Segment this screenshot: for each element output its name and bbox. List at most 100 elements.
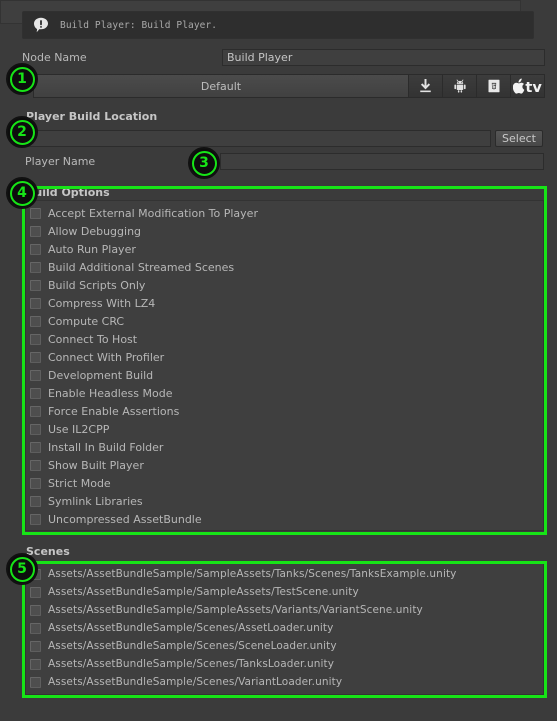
build-option-label: Install In Build Folder <box>48 440 164 454</box>
checkbox[interactable] <box>30 604 41 616</box>
scene-row[interactable]: Assets/AssetBundleSample/SampleAssets/Ta… <box>26 565 543 583</box>
checkbox[interactable] <box>30 495 41 507</box>
webgl-html5-icon[interactable] <box>477 75 511 97</box>
build-option-row[interactable]: Accept External Modification To Player <box>26 204 543 222</box>
build-option-row[interactable]: Allow Debugging <box>26 222 543 240</box>
scene-row[interactable]: Assets/AssetBundleSample/Scenes/SceneLoa… <box>26 637 543 655</box>
build-option-row[interactable]: Enable Headless Mode <box>26 384 543 402</box>
svg-text:tv: tv <box>525 80 542 94</box>
node-name-input[interactable]: Build Player <box>222 48 545 66</box>
checkbox[interactable] <box>30 315 41 327</box>
scene-label: Assets/AssetBundleSample/SampleAssets/Te… <box>48 586 359 598</box>
annotation-marker-5-label: 5 <box>9 556 35 582</box>
checkbox[interactable] <box>30 351 41 363</box>
checkbox[interactable] <box>30 243 41 255</box>
info-exclamation-icon <box>33 17 49 33</box>
scene-label: Assets/AssetBundleSample/SampleAssets/Ta… <box>48 568 457 580</box>
checkbox[interactable] <box>30 387 41 399</box>
checkbox[interactable] <box>30 261 41 273</box>
build-option-row[interactable]: Auto Run Player <box>26 240 543 258</box>
build-option-label: Auto Run Player <box>48 242 136 256</box>
build-option-label: Use IL2CPP <box>48 422 110 436</box>
build-option-row[interactable]: Strict Mode <box>26 474 543 492</box>
checkbox[interactable] <box>30 333 41 345</box>
annotation-marker-3-label: 3 <box>191 150 217 176</box>
build-option-label: Symlink Libraries <box>48 494 143 508</box>
build-option-label: Build Scripts Only <box>48 278 146 292</box>
checkbox[interactable] <box>30 207 41 219</box>
scene-row[interactable]: Assets/AssetBundleSample/Scenes/VariantL… <box>26 673 543 691</box>
scene-row[interactable]: Assets/AssetBundleSample/Scenes/TanksLoa… <box>26 655 543 673</box>
build-option-row[interactable]: Connect With Profiler <box>26 348 543 366</box>
annotation-marker-2: 2 <box>6 116 38 148</box>
build-option-label: Show Built Player <box>48 458 144 472</box>
scene-label: Assets/AssetBundleSample/Scenes/AssetLoa… <box>48 622 334 634</box>
player-name-input[interactable] <box>220 152 544 170</box>
checkbox[interactable] <box>30 459 41 471</box>
build-option-row[interactable]: Uncompressed AssetBundle <box>26 510 543 528</box>
build-options-title: Build Options <box>26 186 110 199</box>
scenes-list: Assets/AssetBundleSample/SampleAssets/Ta… <box>26 563 543 691</box>
annotation-marker-1-label: 1 <box>9 66 35 92</box>
info-message-text: Build Player: Build Player. <box>60 19 218 31</box>
annotation-marker-3: 3 <box>188 147 220 179</box>
scene-label: Assets/AssetBundleSample/Scenes/SceneLoa… <box>48 640 337 652</box>
player-name-row: Player Name <box>25 152 545 170</box>
annotation-marker-4-label: 4 <box>9 180 35 206</box>
scenes-panel: Assets/AssetBundleSample/SampleAssets/Ta… <box>25 562 544 695</box>
build-option-row[interactable]: Build Scripts Only <box>26 276 543 294</box>
build-option-row[interactable]: Compress With LZ4 <box>26 294 543 312</box>
build-option-label: Allow Debugging <box>48 224 142 238</box>
build-target-toolbar[interactable]: Default tv <box>33 74 545 98</box>
player-build-location-row: Select <box>25 129 545 147</box>
build-option-label: Strict Mode <box>48 476 111 490</box>
checkbox[interactable] <box>30 640 41 652</box>
checkbox[interactable] <box>30 477 41 489</box>
checkbox[interactable] <box>30 622 41 634</box>
build-option-row[interactable]: Compute CRC <box>26 312 543 330</box>
standalone-icon[interactable] <box>409 75 443 97</box>
build-option-label: Compress With LZ4 <box>48 296 156 310</box>
annotation-marker-2-label: 2 <box>9 119 35 145</box>
build-option-row[interactable]: Symlink Libraries <box>26 492 543 510</box>
build-option-row[interactable]: Build Additional Streamed Scenes <box>26 258 543 276</box>
checkbox[interactable] <box>30 513 41 525</box>
checkbox[interactable] <box>30 279 41 291</box>
checkbox[interactable] <box>30 369 41 381</box>
checkbox[interactable] <box>30 658 41 670</box>
build-player-inspector-window: Build Player: Build Player. Node Name Bu… <box>0 0 557 721</box>
build-option-label: Accept External Modification To Player <box>48 206 258 220</box>
scene-label: Assets/AssetBundleSample/Scenes/TanksLoa… <box>48 658 335 670</box>
build-options-panel: Accept External Modification To Player Al… <box>25 200 544 531</box>
build-option-row[interactable]: Use IL2CPP <box>26 420 543 438</box>
build-option-label: Connect With Profiler <box>48 350 165 364</box>
build-option-row[interactable]: Development Build <box>26 366 543 384</box>
scene-row[interactable]: Assets/AssetBundleSample/Scenes/AssetLoa… <box>26 619 543 637</box>
checkbox[interactable] <box>30 586 41 598</box>
annotation-marker-5: 5 <box>6 553 38 585</box>
scene-row[interactable]: Assets/AssetBundleSample/SampleAssets/Va… <box>26 601 543 619</box>
scene-row[interactable]: Assets/AssetBundleSample/SampleAssets/Te… <box>26 583 543 601</box>
checkbox[interactable] <box>30 405 41 417</box>
player-build-location-input[interactable] <box>25 129 491 147</box>
build-target-default-tab[interactable]: Default <box>34 75 409 97</box>
build-option-label: Uncompressed AssetBundle <box>48 512 202 526</box>
android-icon[interactable] <box>443 75 477 97</box>
build-options-list: Accept External Modification To Player Al… <box>26 201 543 528</box>
build-option-row[interactable]: Force Enable Assertions <box>26 402 543 420</box>
checkbox[interactable] <box>30 441 41 453</box>
build-option-row[interactable]: Install In Build Folder <box>26 438 543 456</box>
checkbox[interactable] <box>30 225 41 237</box>
build-option-label: Connect To Host <box>48 332 138 346</box>
checkbox[interactable] <box>30 423 41 435</box>
player-build-location-title: Player Build Location <box>26 110 158 123</box>
build-option-row[interactable]: Show Built Player <box>26 456 543 474</box>
select-button[interactable]: Select <box>495 129 543 147</box>
checkbox[interactable] <box>30 676 41 688</box>
build-option-label: Development Build <box>48 368 154 382</box>
build-option-label: Compute CRC <box>48 314 125 328</box>
info-message-bar: Build Player: Build Player. <box>22 11 534 39</box>
checkbox[interactable] <box>30 297 41 309</box>
build-option-row[interactable]: Connect To Host <box>26 330 543 348</box>
apple-tv-icon[interactable]: tv <box>511 75 544 97</box>
